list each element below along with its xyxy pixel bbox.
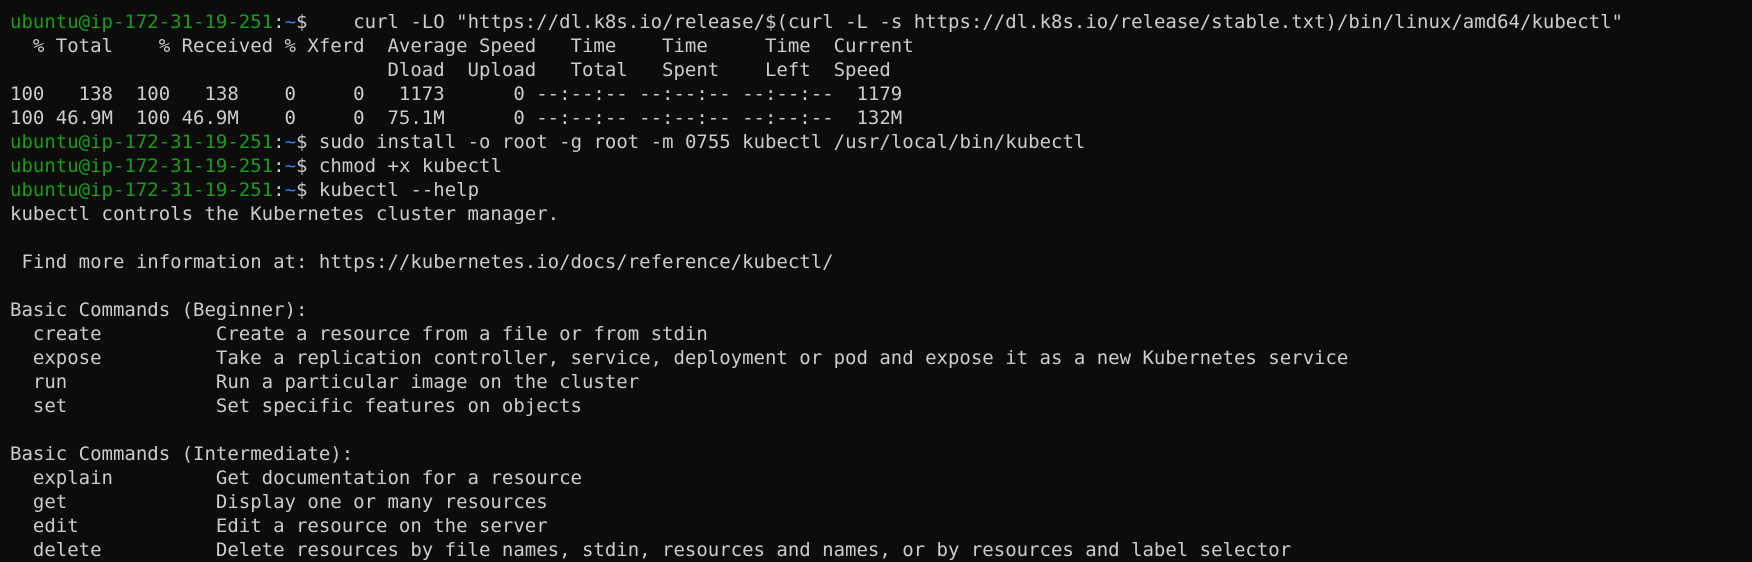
- output-line: Find more information at: https://kubern…: [10, 250, 1740, 274]
- output-text: kubectl controls the Kubernetes cluster …: [10, 203, 560, 225]
- prompt-user-host: ubuntu@ip-172-31-19-251: [10, 155, 274, 177]
- output-line: set Set specific features on objects: [10, 394, 1740, 418]
- terminal-line-partial: [10, 0, 1740, 10]
- output-line: explain Get documentation for a resource: [10, 466, 1740, 490]
- output-line: 100 46.9M 100 46.9M 0 0 75.1M 0 --:--:--…: [10, 106, 1740, 130]
- terminal-output: ubuntu@ip-172-31-19-251:~$ curl -LO "htt…: [10, 10, 1740, 562]
- output-line: Basic Commands (Intermediate):: [10, 442, 1740, 466]
- prompt-colon: :: [273, 155, 285, 177]
- output-text: get Display one or many resources: [10, 491, 548, 513]
- output-line: % Total % Received % Xferd Average Speed…: [10, 34, 1740, 58]
- output-text: Basic Commands (Intermediate):: [10, 443, 354, 465]
- command-text: chmod +x kubectl: [307, 155, 502, 177]
- output-line: 100 138 100 138 0 0 1173 0 --:--:-- --:-…: [10, 82, 1740, 106]
- prompt-line: ubuntu@ip-172-31-19-251:~$ kubectl --hel…: [10, 178, 1740, 202]
- output-text: % Total % Received % Xferd Average Speed…: [10, 35, 914, 57]
- output-line: create Create a resource from a file or …: [10, 322, 1740, 346]
- prompt-colon: :: [273, 179, 285, 201]
- output-text: Dload Upload Total Spent Left Speed: [10, 59, 891, 81]
- prompt-user-host: ubuntu@ip-172-31-19-251: [10, 131, 274, 153]
- output-text: run Run a particular image on the cluste…: [10, 371, 640, 393]
- prompt-path: ~: [284, 131, 297, 153]
- output-text: expose Take a replication controller, se…: [10, 347, 1349, 369]
- output-text: edit Edit a resource on the server: [10, 515, 548, 537]
- prompt-dollar: $: [296, 155, 308, 177]
- output-text: set Set specific features on objects: [10, 395, 582, 417]
- prompt-user-host: ubuntu@ip-172-31-19-251: [10, 11, 274, 33]
- output-text: delete Delete resources by file names, s…: [10, 539, 1292, 561]
- prompt-colon: :: [273, 131, 285, 153]
- prompt-dollar: $: [296, 131, 308, 153]
- output-line: Dload Upload Total Spent Left Speed: [10, 58, 1740, 82]
- prompt-path: ~: [284, 155, 297, 177]
- command-text: kubectl --help: [307, 179, 480, 201]
- prompt-line: ubuntu@ip-172-31-19-251:~$ sudo install …: [10, 130, 1740, 154]
- output-text: Find more information at: https://kubern…: [10, 251, 834, 273]
- output-text: Basic Commands (Beginner):: [10, 299, 308, 321]
- output-text: explain Get documentation for a resource: [10, 467, 582, 489]
- output-line: run Run a particular image on the cluste…: [10, 370, 1740, 394]
- output-text: create Create a resource from a file or …: [10, 323, 708, 345]
- output-line: Basic Commands (Beginner):: [10, 298, 1740, 322]
- output-line: get Display one or many resources: [10, 490, 1740, 514]
- output-text: 100 138 100 138 0 0 1173 0 --:--:-- --:-…: [10, 83, 903, 105]
- prompt-colon: :: [273, 11, 285, 33]
- prompt-line: ubuntu@ip-172-31-19-251:~$ curl -LO "htt…: [10, 10, 1740, 34]
- command-text: curl -LO "https://dl.k8s.io/release/$(cu…: [307, 11, 1623, 33]
- output-line: delete Delete resources by file names, s…: [10, 538, 1740, 562]
- prompt-line: ubuntu@ip-172-31-19-251:~$ chmod +x kube…: [10, 154, 1740, 178]
- prompt-path: ~: [284, 11, 297, 33]
- terminal-window[interactable]: ubuntu@ip-172-31-19-251:~$ curl -LO "htt…: [10, 0, 1740, 562]
- output-line: edit Edit a resource on the server: [10, 514, 1740, 538]
- prompt-user-host: ubuntu@ip-172-31-19-251: [10, 179, 274, 201]
- command-text: sudo install -o root -g root -m 0755 kub…: [307, 131, 1086, 153]
- output-line: kubectl controls the Kubernetes cluster …: [10, 202, 1740, 226]
- prompt-dollar: $: [296, 179, 308, 201]
- output-line: expose Take a replication controller, se…: [10, 346, 1740, 370]
- prompt-dollar: $: [296, 11, 308, 33]
- prompt-path: ~: [284, 179, 297, 201]
- output-text: 100 46.9M 100 46.9M 0 0 75.1M 0 --:--:--…: [10, 107, 903, 129]
